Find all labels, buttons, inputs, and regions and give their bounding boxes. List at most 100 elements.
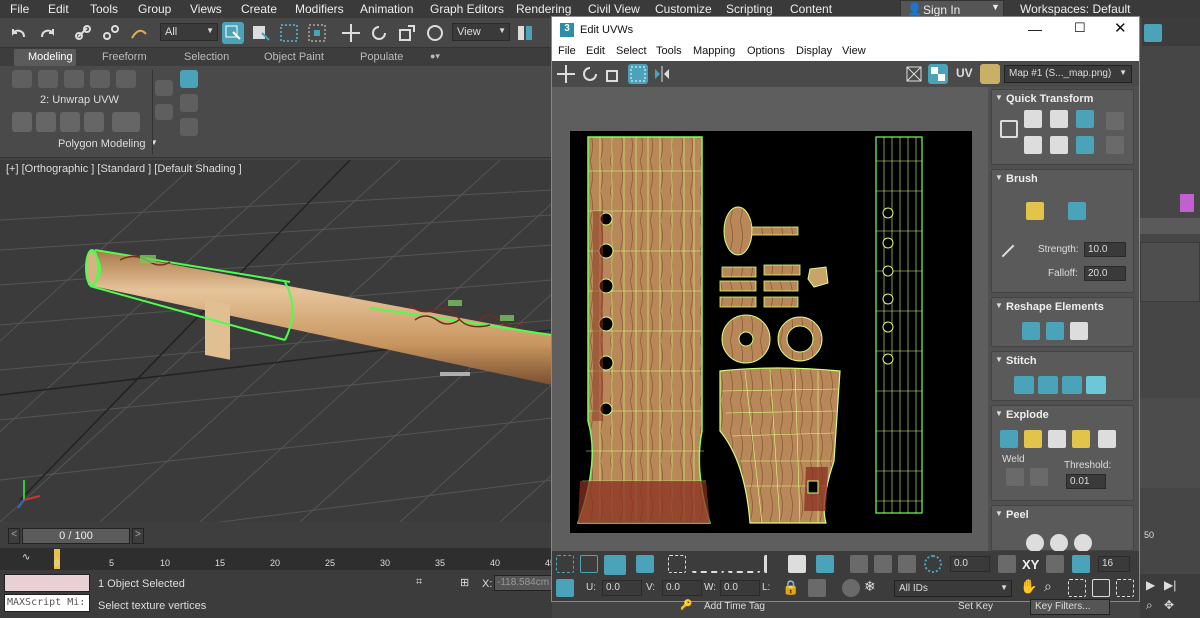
collapse-icon[interactable] xyxy=(155,104,173,120)
brush-size-icon[interactable] xyxy=(1001,244,1015,258)
select-backfaces-icon[interactable] xyxy=(898,555,916,573)
u-spinner[interactable]: 0.0 xyxy=(602,580,642,596)
stitch-to-source-icon[interactable] xyxy=(1062,376,1082,394)
edge-ring-icon[interactable] xyxy=(728,555,760,573)
element-mode-icon[interactable] xyxy=(636,555,654,573)
grow-selection-icon[interactable] xyxy=(764,555,782,573)
hide-icon[interactable] xyxy=(808,579,826,597)
v-spinner[interactable]: 0.0 xyxy=(662,580,702,596)
pan-icon[interactable]: ✋ xyxy=(1020,578,1037,595)
paint-move-icon[interactable] xyxy=(1026,202,1044,220)
prev-frame-button[interactable]: < xyxy=(8,528,20,544)
track-bar[interactable]: ∿ 0 5 10 15 20 25 30 35 40 45 xyxy=(0,548,555,570)
render-setup-icon[interactable] xyxy=(1144,24,1162,42)
uvw-menu-file[interactable]: File xyxy=(558,45,576,57)
edge-mode-icon[interactable] xyxy=(580,555,598,573)
peel-mode-icon[interactable] xyxy=(1050,534,1068,551)
maximize-icon[interactable]: ☐ xyxy=(1074,20,1086,36)
straighten-icon[interactable] xyxy=(1022,322,1040,340)
falloff-space-label[interactable]: XY xyxy=(1022,557,1039,572)
align-vertical-icon[interactable] xyxy=(1050,110,1068,128)
peel-title[interactable]: Peel xyxy=(1006,509,1029,521)
x-coordinate-field[interactable]: -118.584cm xyxy=(494,575,552,591)
space-horizontal-icon[interactable] xyxy=(1024,136,1042,154)
bind-spacewarp-icon[interactable] xyxy=(128,22,150,44)
zoom-region-icon[interactable] xyxy=(1068,579,1086,597)
freeze-icon[interactable]: ❄ xyxy=(864,578,876,595)
uvw-menu-edit[interactable]: Edit xyxy=(586,45,605,57)
ring-icon[interactable] xyxy=(84,112,104,132)
minimize-icon[interactable]: — xyxy=(1028,21,1042,37)
tab-freeform[interactable]: Freeform xyxy=(102,51,147,63)
freeform-icon[interactable] xyxy=(628,64,648,84)
threshold-spinner[interactable]: 0.01 xyxy=(1066,474,1106,489)
flatten-by-material-id-icon[interactable] xyxy=(1072,430,1090,448)
maxscript-listener-top[interactable] xyxy=(4,574,90,592)
set-pivot-icon[interactable] xyxy=(1000,120,1018,138)
uv-texture-area[interactable] xyxy=(570,131,972,533)
align-to-edge-icon[interactable] xyxy=(1106,112,1124,130)
polygon-icon[interactable] xyxy=(90,70,110,88)
mirror-icon[interactable] xyxy=(652,64,672,84)
linear-align-icon[interactable] xyxy=(1106,136,1124,154)
move-icon[interactable] xyxy=(556,64,576,84)
reshape-elements-title[interactable]: Reshape Elements xyxy=(1006,301,1104,313)
stitch-to-target-icon[interactable] xyxy=(1014,376,1034,394)
flatten-by-polygon-angle-icon[interactable] xyxy=(1048,430,1066,448)
paint-select-icon[interactable] xyxy=(850,555,868,573)
color-swatch[interactable] xyxy=(1180,194,1194,212)
menu-civil-view[interactable]: Civil View xyxy=(588,2,640,16)
modify-icon[interactable] xyxy=(112,112,140,132)
falloff-value-spinner[interactable]: 0.0 xyxy=(950,556,990,572)
polygon-mode-icon[interactable] xyxy=(604,555,626,575)
scale-icon[interactable] xyxy=(604,64,624,84)
window-crossing-icon[interactable] xyxy=(306,22,328,44)
menu-group[interactable]: Group xyxy=(138,2,171,16)
detach-edge-verts-icon[interactable] xyxy=(1024,430,1042,448)
menu-file[interactable]: File xyxy=(10,2,29,16)
pin-stack-icon[interactable] xyxy=(180,70,198,88)
absolute-mode-icon[interactable]: ⊞ xyxy=(460,576,469,589)
menu-views[interactable]: Views xyxy=(190,2,222,16)
placement-icon[interactable] xyxy=(424,22,446,44)
zoom-extents-icon[interactable] xyxy=(1092,579,1110,597)
next-frame-button[interactable]: > xyxy=(132,528,144,544)
limit-soft-selection-icon[interactable] xyxy=(1046,555,1064,573)
perspective-viewport[interactable]: [+] [Orthographic ] [Standard ] [Default… xyxy=(0,160,552,522)
zoom-selected-icon[interactable] xyxy=(1116,579,1134,597)
collapse-icon[interactable]: ▼ xyxy=(995,173,1003,182)
edge-icon[interactable] xyxy=(38,70,58,88)
vertex-icon[interactable] xyxy=(12,70,32,88)
maxscript-mini-listener[interactable]: MAXScript Mi: xyxy=(4,594,90,612)
rotate-ccw-icon[interactable] xyxy=(1076,110,1094,128)
relax-until-flat-icon[interactable] xyxy=(1070,322,1088,340)
collapse-icon[interactable]: ▼ xyxy=(995,355,1003,364)
undo-icon[interactable] xyxy=(8,22,30,44)
name-field[interactable] xyxy=(1140,218,1200,234)
map-dropdown[interactable]: Map #1 (S..._map.png) ▼ xyxy=(1004,65,1132,83)
time-tag-icon[interactable]: 🔑 xyxy=(680,600,692,611)
move-icon[interactable] xyxy=(340,22,362,44)
collapse-icon[interactable]: ▼ xyxy=(995,509,1003,518)
unlink-icon[interactable] xyxy=(100,22,122,44)
weld-target-icon[interactable] xyxy=(1030,468,1048,486)
play-icon[interactable]: ▶ xyxy=(1146,578,1155,592)
relax-brush-icon[interactable] xyxy=(1068,202,1086,220)
link-icon[interactable] xyxy=(72,22,94,44)
next-key-icon[interactable]: ▶| xyxy=(1164,578,1176,592)
brush-title[interactable]: Brush xyxy=(1006,173,1038,185)
strength-spinner[interactable]: 10.0 xyxy=(1084,242,1126,257)
uvw-menu-select[interactable]: Select xyxy=(616,45,647,57)
checker-icon[interactable] xyxy=(928,64,948,84)
redo-icon[interactable] xyxy=(36,22,58,44)
uv-label[interactable]: UV xyxy=(956,66,973,80)
vertex-mode-icon[interactable] xyxy=(556,555,574,573)
select-by-element-icon[interactable] xyxy=(668,555,686,573)
tab-modeling[interactable]: Modeling xyxy=(28,51,73,63)
modifier-list[interactable] xyxy=(1140,242,1200,302)
stack-icon[interactable] xyxy=(155,80,173,96)
tab-selection[interactable]: Selection xyxy=(184,51,229,63)
menu-animation[interactable]: Animation xyxy=(360,2,413,16)
zoom-icon[interactable]: ⌕ xyxy=(1146,598,1153,613)
select-object-icon[interactable] xyxy=(222,22,244,44)
